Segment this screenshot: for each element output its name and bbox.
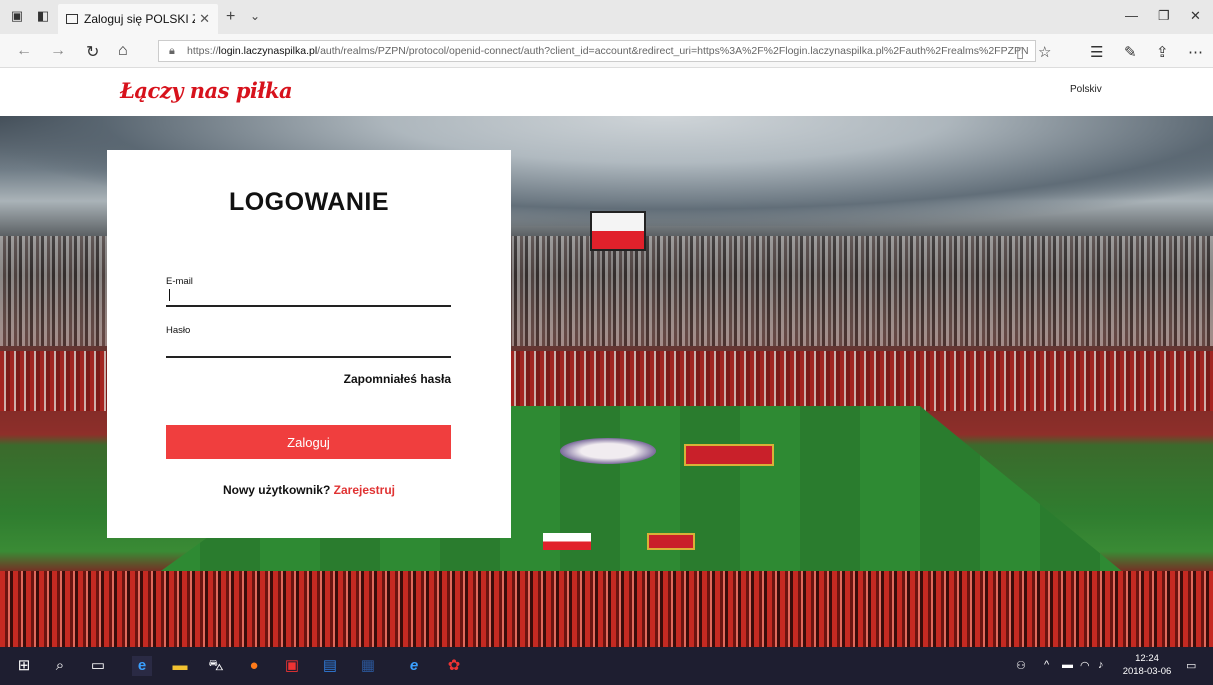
refresh-icon[interactable]: ↻ xyxy=(86,42,99,62)
restore-icon[interactable]: ❐ xyxy=(1158,8,1170,24)
browser-titlebar: ▣ ◧ Zaloguj się POLSKI ZWIĄ ✕ + ⌄ — ❐ ✕ xyxy=(0,0,1213,34)
edge-icon[interactable]: e xyxy=(132,656,152,676)
windows-start-icon[interactable]: ⊞ xyxy=(14,656,34,676)
more-icon[interactable]: ⋯ xyxy=(1188,43,1203,61)
password-field[interactable] xyxy=(166,338,451,358)
address-bar[interactable]: 🔒︎ https://login.laczynaspilka.pl/auth/r… xyxy=(158,40,1036,62)
outlook-icon[interactable]: ▤ xyxy=(320,656,340,676)
internet-explorer-icon[interactable]: e xyxy=(404,656,424,676)
taskbar: ⊞ ⌕ ▭ e ▬ ⛍ ● ▣ ▤ ▦ e ✿ ⚇ ^ ▬ ◠ ♪ 12:24 … xyxy=(0,647,1213,685)
language-label: Polski xyxy=(1070,84,1097,95)
chevron-down-icon[interactable]: ⌄ xyxy=(250,9,260,23)
forgot-password-link[interactable]: Zapomniałeś hasła xyxy=(344,372,451,386)
file-explorer-icon[interactable]: ▬ xyxy=(170,656,190,676)
url-prefix: https:// xyxy=(187,45,219,57)
search-icon[interactable]: ⌕ xyxy=(50,656,70,676)
forward-icon[interactable]: → xyxy=(50,42,66,60)
login-title: LOGOWANIE xyxy=(228,188,390,216)
word-icon[interactable]: ▦ xyxy=(358,656,378,676)
site-logo[interactable]: Łączy nas piłka xyxy=(120,78,293,103)
favorites-hub-icon[interactable]: ☰ xyxy=(1090,43,1103,61)
password-label: Hasło xyxy=(166,325,191,336)
text-caret xyxy=(169,289,170,301)
task-view-icon[interactable]: ▭ xyxy=(88,656,108,676)
gift-app-icon[interactable]: ▣ xyxy=(282,656,302,676)
site-header: Łączy nas piłka Polskiv xyxy=(0,68,1213,116)
new-user-text: Nowy użytkownik? xyxy=(222,483,331,497)
url-host: login.laczynaspilka.pl xyxy=(218,45,318,57)
wifi-icon[interactable]: ◠ xyxy=(1080,659,1090,672)
email-field[interactable] xyxy=(166,287,451,307)
action-center-icon[interactable]: ▭ xyxy=(1186,659,1196,672)
share-icon[interactable]: ⇪ xyxy=(1156,43,1169,61)
montenegro-flag-banner xyxy=(684,444,774,466)
url-path: /auth/realms/PZPN/protocol/openid-connec… xyxy=(317,45,1029,57)
browser-toolbar: ← → ↻ ⌂ 🔒︎ https://login.laczynaspilka.p… xyxy=(0,34,1213,68)
browser-tab[interactable]: Zaloguj się POLSKI ZWIĄ ✕ xyxy=(58,4,218,34)
minimize-icon[interactable]: — xyxy=(1125,8,1138,23)
system-clock[interactable]: 12:24 2018-03-06 xyxy=(1122,652,1172,678)
reading-view-icon[interactable]: ▯ xyxy=(1016,43,1024,61)
login-card: LOGOWANIE E-mail Hasło Zapomniałeś hasła… xyxy=(107,150,511,538)
clock-time: 12:24 xyxy=(1135,653,1159,664)
page-icon xyxy=(66,14,78,24)
login-button[interactable]: Zaloguj xyxy=(166,425,451,459)
chevron-up-icon[interactable]: ^ xyxy=(1044,659,1049,671)
volume-icon[interactable]: ♪ xyxy=(1098,659,1104,671)
register-link[interactable]: Zarejestruj xyxy=(334,483,395,497)
close-icon[interactable]: ✕ xyxy=(199,11,210,27)
crowd-lower xyxy=(0,571,1213,647)
window-close-icon[interactable]: ✕ xyxy=(1190,8,1201,24)
lock-icon: 🔒︎ xyxy=(169,45,175,57)
clock-date: 2018-03-06 xyxy=(1122,666,1172,677)
language-selector[interactable]: Polskiv xyxy=(1070,84,1102,95)
battery-icon[interactable]: ▬ xyxy=(1062,659,1073,671)
centre-banner xyxy=(560,438,656,464)
store-icon[interactable]: ⛍ xyxy=(206,656,226,676)
tab-preview-icon[interactable]: ◧ xyxy=(36,9,50,23)
polish-flag-screen xyxy=(590,211,646,251)
web-note-icon[interactable]: ✎ xyxy=(1124,43,1137,61)
register-prompt: Nowy użytkownik? Zarejestruj xyxy=(107,483,511,497)
firefox-icon[interactable]: ● xyxy=(244,656,264,676)
back-icon[interactable]: ← xyxy=(16,42,32,60)
tab-title: Zaloguj się POLSKI ZWIĄ xyxy=(84,12,195,26)
polish-flag xyxy=(543,533,591,550)
favorite-star-icon[interactable]: ☆ xyxy=(1038,43,1051,61)
montenegro-flag xyxy=(647,533,695,550)
people-icon[interactable]: ⚇ xyxy=(1016,659,1026,672)
app-icon[interactable]: ✿ xyxy=(444,656,464,676)
chevron-down-icon: v xyxy=(1096,84,1102,95)
email-label: E-mail xyxy=(166,276,193,287)
new-tab-icon[interactable]: + xyxy=(226,8,235,26)
set-aside-tabs-icon[interactable]: ▣ xyxy=(10,9,24,23)
home-icon[interactable]: ⌂ xyxy=(118,42,128,60)
